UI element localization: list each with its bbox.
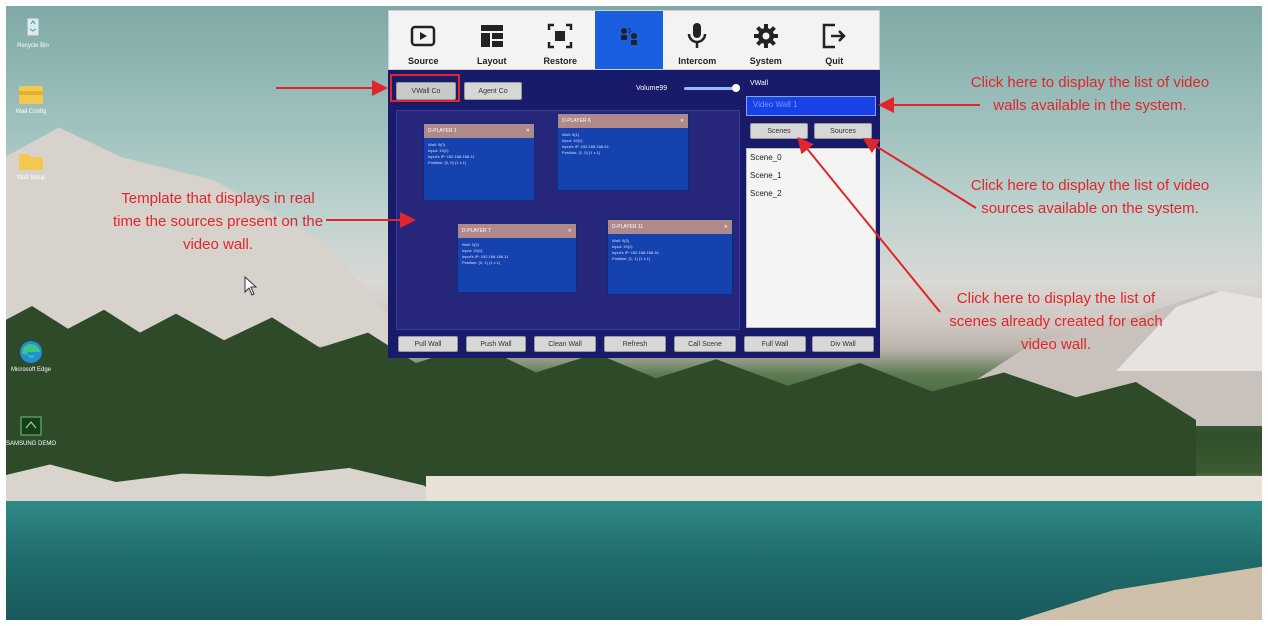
desktop-icon-app[interactable]: SAMSUNG DEMO	[4, 414, 58, 448]
close-icon[interactable]: ✕	[724, 224, 728, 230]
annotation-scenes: Click here to display the list of scenes…	[949, 290, 1163, 353]
close-icon[interactable]: ✕	[680, 118, 684, 124]
pull-wall-button[interactable]: Pull Wall	[398, 336, 458, 352]
div-wall-button[interactable]: Div Wall	[812, 336, 874, 352]
vwall-label: VWall	[750, 80, 769, 87]
annotation-template: Template that displays in real time the …	[112, 190, 324, 253]
player-window[interactable]: D-PLAYER 11 ✕ Wall: 0(3) Input: 19(1) Inp…	[607, 219, 733, 295]
annotation-video-walls: Click here to display the list of video …	[970, 74, 1210, 114]
scene-list: Scene_0 Scene_1 Scene_2	[746, 148, 876, 328]
app-icon	[17, 414, 45, 438]
desktop-icon-folder-1[interactable]: Wall Config	[4, 82, 58, 116]
list-item[interactable]: Scene_1	[747, 167, 875, 185]
tab-agent-co[interactable]: Agent Co	[464, 82, 522, 100]
users-icon	[615, 22, 643, 50]
video-wall-app: Source Layout Restore Cooperation Interc…	[388, 10, 880, 358]
video-wall-select[interactable]: Video Wall 1	[746, 96, 876, 116]
volume-slider[interactable]	[684, 84, 740, 92]
volume-label: Volume99	[636, 85, 668, 92]
restore-icon	[546, 22, 574, 50]
player-window[interactable]: D-PLAYER 6 ✕ Wall: 0(1) Input: 19(1) Inpu…	[557, 113, 689, 191]
push-wall-button[interactable]: Push Wall	[466, 336, 526, 352]
mouse-cursor-icon	[244, 276, 258, 296]
desktop-icon-folder-2[interactable]: Wall Setup	[4, 148, 58, 182]
video-wall-template: D-PLAYER 1 ✕ Wall: 0(0) Input: 19(1) Inpu…	[396, 110, 740, 330]
toolbar-cooperation[interactable]: Cooperation	[594, 11, 663, 69]
toolbar-restore[interactable]: Restore	[526, 11, 595, 69]
player-window[interactable]: D-PLAYER 1 ✕ Wall: 0(0) Input: 19(1) Inpu…	[423, 123, 535, 201]
player-info: Wall: 0(0) Input: 19(1) Input's IP: 192.…	[428, 142, 475, 165]
player-info: Wall: 0(2) Input: 19(1) Input's IP: 192.…	[462, 242, 509, 265]
close-icon[interactable]: ✕	[526, 128, 530, 134]
call-scene-button[interactable]: Call Scene	[674, 336, 736, 352]
microphone-icon	[683, 22, 711, 50]
toolbar-quit[interactable]: Quit	[800, 11, 869, 69]
exit-icon	[820, 22, 848, 50]
player-title: D-PLAYER 11	[612, 224, 644, 230]
volume-slider-knob[interactable]	[732, 84, 740, 92]
list-item[interactable]: Scene_0	[747, 149, 875, 167]
gear-icon	[752, 22, 780, 50]
player-window[interactable]: D-PLAYER 7 ✕ Wall: 0(2) Input: 19(1) Inpu…	[457, 223, 577, 293]
annotation-video-sources: Click here to display the list of video …	[970, 177, 1210, 217]
folder-icon	[17, 148, 45, 172]
main-toolbar: Source Layout Restore Cooperation Interc…	[388, 10, 880, 70]
desktop-icon-edge[interactable]: Microsoft Edge	[4, 340, 58, 374]
close-icon[interactable]: ✕	[568, 228, 572, 234]
layout-icon	[478, 22, 506, 50]
player-title: D-PLAYER 6	[562, 118, 591, 124]
edge-icon	[17, 340, 45, 364]
sources-button[interactable]: Sources	[814, 123, 872, 139]
full-wall-button[interactable]: Full Wall	[744, 336, 806, 352]
cooperation-panel: VWall Co Agent Co Volume99 VWall Video W…	[388, 70, 880, 358]
highlight-box	[390, 74, 460, 102]
player-title: D-PLAYER 7	[462, 228, 491, 234]
toolbar-intercom[interactable]: Intercom	[663, 11, 732, 69]
desktop-icon-recycle-bin[interactable]: Recycle Bin	[6, 16, 60, 50]
toolbar-source[interactable]: Source	[389, 11, 458, 69]
play-icon	[409, 22, 437, 50]
player-info: Wall: 0(3) Input: 19(1) Input's IP: 192.…	[612, 238, 659, 261]
scenes-button[interactable]: Scenes	[750, 123, 808, 139]
recycle-bin-icon	[19, 16, 47, 40]
player-info: Wall: 0(1) Input: 19(1) Input's IP: 192.…	[562, 132, 609, 155]
clean-wall-button[interactable]: Clean Wall	[534, 336, 596, 352]
toolbar-system[interactable]: System	[732, 11, 801, 69]
folder-icon	[17, 82, 45, 106]
lake	[6, 501, 1262, 620]
refresh-button[interactable]: Refresh	[604, 336, 666, 352]
list-item[interactable]: Scene_2	[747, 185, 875, 203]
toolbar-layout[interactable]: Layout	[458, 11, 527, 69]
player-title: D-PLAYER 1	[428, 128, 457, 134]
